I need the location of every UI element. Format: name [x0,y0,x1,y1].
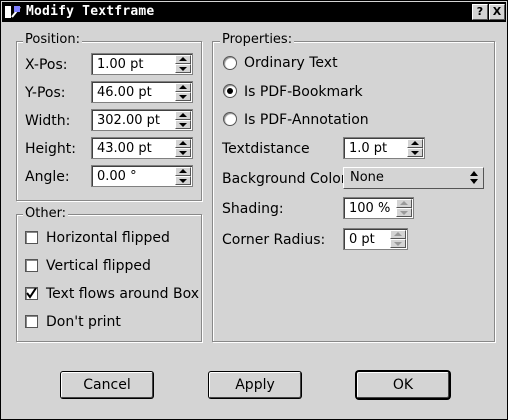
height-value: 43.00 pt [97,141,152,156]
shading-label: Shading: [222,201,284,217]
ordinary-text-label[interactable]: Ordinary Text [244,55,338,71]
height-label: Height: [25,141,76,157]
y-pos-up-arrow[interactable] [175,83,191,92]
height-up-arrow[interactable] [175,139,191,148]
checkmark-icon [26,288,37,299]
text-flows-around-box-checkbox[interactable] [25,287,38,300]
angle-value: 0.00 ° [97,169,137,184]
textdistance-down-arrow[interactable] [407,148,423,157]
shading-down-arrow[interactable] [396,208,412,217]
width-value: 302.00 pt [97,113,160,128]
width-label: Width: [25,113,71,129]
pdf-annotation-label[interactable]: Is PDF-Annotation [244,112,369,128]
modify-textframe-dialog: Modify Textframe ? X Position: X-Pos: 1.… [0,0,508,420]
cancel-button[interactable]: Cancel [61,372,153,398]
vertical-flipped-checkbox[interactable] [25,259,38,272]
textdistance-label: Textdistance [222,141,310,157]
corner-radius-value: 0 pt [349,232,375,247]
close-button[interactable]: X [489,4,505,20]
help-button[interactable]: ? [472,4,488,20]
background-color-select[interactable]: None [343,167,484,189]
text-flows-around-box-label[interactable]: Text flows around Box [46,286,199,302]
width-up-arrow[interactable] [175,111,191,120]
properties-group-title: Properties: [220,32,295,47]
dont-print-label[interactable]: Don't print [46,314,121,330]
x-pos-spinbox[interactable]: 1.00 pt [91,53,193,75]
y-pos-value: 46.00 pt [97,85,152,100]
corner-radius-down-arrow[interactable] [390,239,406,248]
textdistance-up-arrow[interactable] [407,139,423,148]
y-pos-down-arrow[interactable] [175,92,191,101]
corner-radius-up-arrow[interactable] [390,230,406,239]
other-group-title: Other: [23,206,69,221]
x-pos-value: 1.00 pt [97,57,144,72]
x-pos-up-arrow[interactable] [175,55,191,64]
apply-button[interactable]: Apply [209,372,301,398]
x-pos-down-arrow[interactable] [175,64,191,73]
angle-up-arrow[interactable] [175,167,191,176]
app-icon [5,6,21,18]
textdistance-spinbox[interactable]: 1.0 pt [343,137,425,159]
horizontal-flipped-checkbox[interactable] [25,231,38,244]
textdistance-value: 1.0 pt [349,141,388,156]
width-spinbox[interactable]: 302.00 pt [91,109,193,131]
angle-spinbox[interactable]: 0.00 ° [91,165,193,187]
ordinary-text-radio[interactable] [223,56,237,70]
position-group-title: Position: [23,32,82,47]
window-title: Modify Textframe [26,4,155,19]
background-color-label: Background Color: [222,171,351,187]
height-down-arrow[interactable] [175,148,191,157]
corner-radius-label: Corner Radius: [222,232,326,248]
x-pos-label: X-Pos: [25,57,68,73]
vertical-flipped-label[interactable]: Vertical flipped [46,258,151,274]
y-pos-spinbox[interactable]: 46.00 pt [91,81,193,103]
shading-up-arrow[interactable] [396,199,412,208]
shading-spinbox[interactable]: 100 % [343,197,414,219]
ok-button[interactable]: OK [357,372,449,398]
dont-print-checkbox[interactable] [25,315,38,328]
updown-arrows-icon [470,171,478,185]
background-color-value: None [350,170,384,185]
corner-radius-spinbox[interactable]: 0 pt [343,228,408,250]
pdf-annotation-radio[interactable] [223,112,237,126]
shading-value: 100 % [349,201,391,216]
angle-label: Angle: [25,169,70,185]
title-bar[interactable]: Modify Textframe ? X [2,2,506,22]
height-spinbox[interactable]: 43.00 pt [91,137,193,159]
y-pos-label: Y-Pos: [25,85,66,101]
pdf-bookmark-label[interactable]: Is PDF-Bookmark [244,84,363,100]
angle-down-arrow[interactable] [175,176,191,185]
horizontal-flipped-label[interactable]: Horizontal flipped [46,230,170,246]
width-down-arrow[interactable] [175,120,191,129]
pdf-bookmark-radio[interactable] [223,84,237,98]
